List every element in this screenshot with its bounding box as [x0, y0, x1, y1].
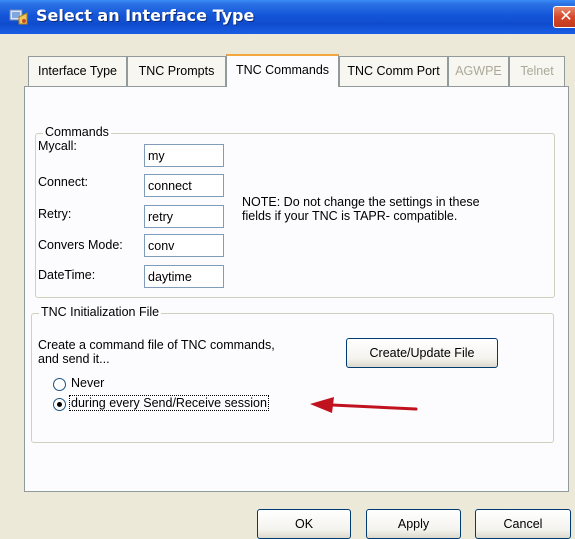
tab-label: Telnet	[520, 64, 554, 78]
tab-interface-type[interactable]: Interface Type	[28, 56, 127, 86]
tab-tnc-commands[interactable]: TNC Commands	[226, 54, 339, 87]
connect-input[interactable]: connect	[144, 174, 224, 197]
datetime-label: DateTime:	[38, 268, 96, 282]
annotation-arrow-icon	[310, 397, 418, 413]
window-title: Select an Interface Type	[36, 6, 255, 25]
tab-tnc-prompts[interactable]: TNC Prompts	[127, 56, 226, 86]
commands-group: Commands Mycall: my Connect: connect Ret…	[35, 125, 555, 298]
every-session-radio[interactable]	[53, 398, 66, 411]
tapr-note: NOTE: Do not change the settings in thes…	[242, 195, 522, 223]
init-file-desc-line1: Create a command file of TNC commands,	[38, 338, 275, 352]
datetime-input[interactable]: daytime	[144, 265, 224, 288]
mycall-input[interactable]: my	[144, 144, 224, 167]
init-file-legend: TNC Initialization File	[39, 305, 162, 319]
convers-mode-label: Convers Mode:	[38, 238, 123, 252]
tab-telnet[interactable]: Telnet	[509, 56, 565, 86]
tab-label: TNC Commands	[235, 63, 330, 77]
commands-legend: Commands	[43, 125, 111, 139]
radio-selected-dot	[57, 402, 62, 407]
close-icon: ✕	[559, 8, 573, 25]
dialog-body: Interface Type TNC Prompts TNC Commands …	[0, 34, 575, 539]
tapr-note-line2: fields if your TNC is TAPR- compatible.	[242, 209, 458, 223]
apply-button[interactable]: Apply	[366, 509, 461, 539]
create-update-file-button[interactable]: Create/Update File	[346, 338, 498, 368]
tab-label: AGWPE	[455, 64, 502, 78]
tab-panel-tnc-commands: Commands Mycall: my Connect: connect Ret…	[24, 86, 569, 492]
init-file-desc-line2: and send it...	[38, 352, 110, 366]
close-button[interactable]: ✕	[553, 6, 575, 28]
tab-label: TNC Prompts	[138, 64, 215, 78]
ok-button[interactable]: OK	[257, 509, 351, 539]
mycall-label: Mycall:	[38, 139, 77, 153]
never-radio[interactable]	[53, 378, 66, 391]
every-session-radio-label[interactable]: during every Send/Receive session	[69, 395, 269, 411]
convers-mode-input[interactable]: conv	[144, 234, 224, 257]
tab-label: TNC Comm Port	[347, 64, 440, 78]
init-file-group: TNC Initialization File Create a command…	[31, 305, 554, 443]
title-bar[interactable]: Select an Interface Type ✕	[0, 0, 575, 34]
connect-label: Connect:	[38, 175, 89, 189]
never-radio-label[interactable]: Never	[71, 376, 104, 390]
tab-label: Interface Type	[38, 64, 117, 78]
retry-label: Retry:	[38, 207, 72, 221]
cancel-button[interactable]: Cancel	[475, 509, 571, 539]
retry-input[interactable]: retry	[144, 205, 224, 228]
init-file-description: Create a command file of TNC commands, a…	[38, 338, 318, 366]
tapr-note-line1: NOTE: Do not change the settings in thes…	[242, 195, 480, 209]
interface-app-icon	[9, 9, 28, 25]
dialog-window: Select an Interface Type ✕ Interface Typ…	[0, 0, 575, 539]
tab-agwpe[interactable]: AGWPE	[448, 56, 509, 86]
tab-tnc-comm-port[interactable]: TNC Comm Port	[339, 56, 448, 86]
